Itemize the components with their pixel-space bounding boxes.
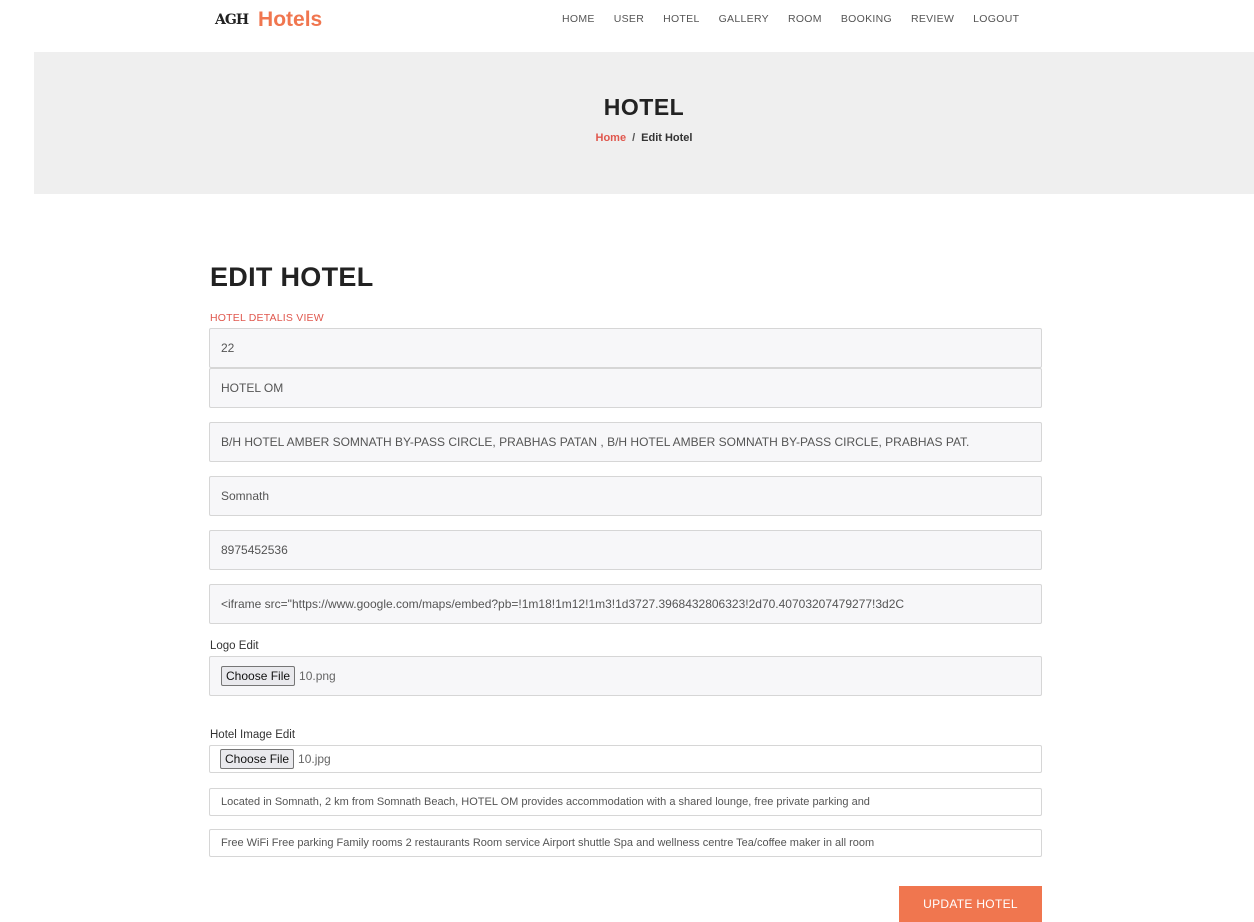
city-input[interactable] xyxy=(209,476,1042,516)
nav-review[interactable]: REVIEW xyxy=(911,13,954,25)
facilities-input[interactable] xyxy=(209,829,1042,857)
brand-logo[interactable]: AGH Hotels xyxy=(215,8,322,32)
top-navbar: AGH Hotels HOME USER HOTEL GALLERY ROOM … xyxy=(0,0,1254,52)
logo-edit-label: Logo Edit xyxy=(210,640,259,652)
address-input[interactable] xyxy=(209,422,1042,462)
breadcrumb-current: Edit Hotel xyxy=(641,132,693,144)
breadcrumb-separator: / xyxy=(632,132,636,144)
phone-input[interactable] xyxy=(209,530,1042,570)
logo-choose-file-button[interactable]: Choose File xyxy=(221,666,296,686)
page-title: HOTEL xyxy=(603,94,685,120)
hotel-image-edit-label: Hotel Image Edit xyxy=(210,729,296,741)
update-hotel-button[interactable]: UPDATE HOTEL xyxy=(899,886,1042,922)
hotel-id-input[interactable] xyxy=(209,328,1042,368)
breadcrumb-home-link[interactable]: Home xyxy=(596,132,627,144)
nav-booking[interactable]: BOOKING xyxy=(841,13,892,25)
image-choose-file-button[interactable]: Choose File xyxy=(220,749,295,769)
monogram-icon: AGH xyxy=(215,12,249,28)
map-embed-input[interactable] xyxy=(209,584,1042,624)
nav-gallery[interactable]: GALLERY xyxy=(719,13,769,25)
image-file-name: 10.jpg xyxy=(298,752,331,766)
hotel-image-file-input[interactable]: Choose File 10.jpg xyxy=(209,745,1042,773)
nav-hotel[interactable]: HOTEL xyxy=(663,13,700,25)
logo-file-name: 10.png xyxy=(299,669,336,683)
nav-home[interactable]: HOME xyxy=(562,13,595,25)
page-banner: HOTEL Home / Edit Hotel xyxy=(34,52,1254,194)
nav-logout[interactable]: LOGOUT xyxy=(973,13,1019,25)
breadcrumb: Home / Edit Hotel xyxy=(34,132,1254,144)
section-label: HOTEL DETALIS VIEW xyxy=(210,312,324,324)
form-title: EDIT HOTEL xyxy=(210,262,374,292)
main-nav: HOME USER HOTEL GALLERY ROOM BOOKING REV… xyxy=(562,13,1038,25)
logo-file-input[interactable]: Choose File 10.png xyxy=(209,656,1042,696)
hotel-name-input[interactable] xyxy=(209,368,1042,408)
description-input[interactable] xyxy=(209,788,1042,816)
nav-room[interactable]: ROOM xyxy=(788,13,822,25)
brand-name: Hotels xyxy=(258,8,323,31)
nav-user[interactable]: USER xyxy=(614,13,644,25)
